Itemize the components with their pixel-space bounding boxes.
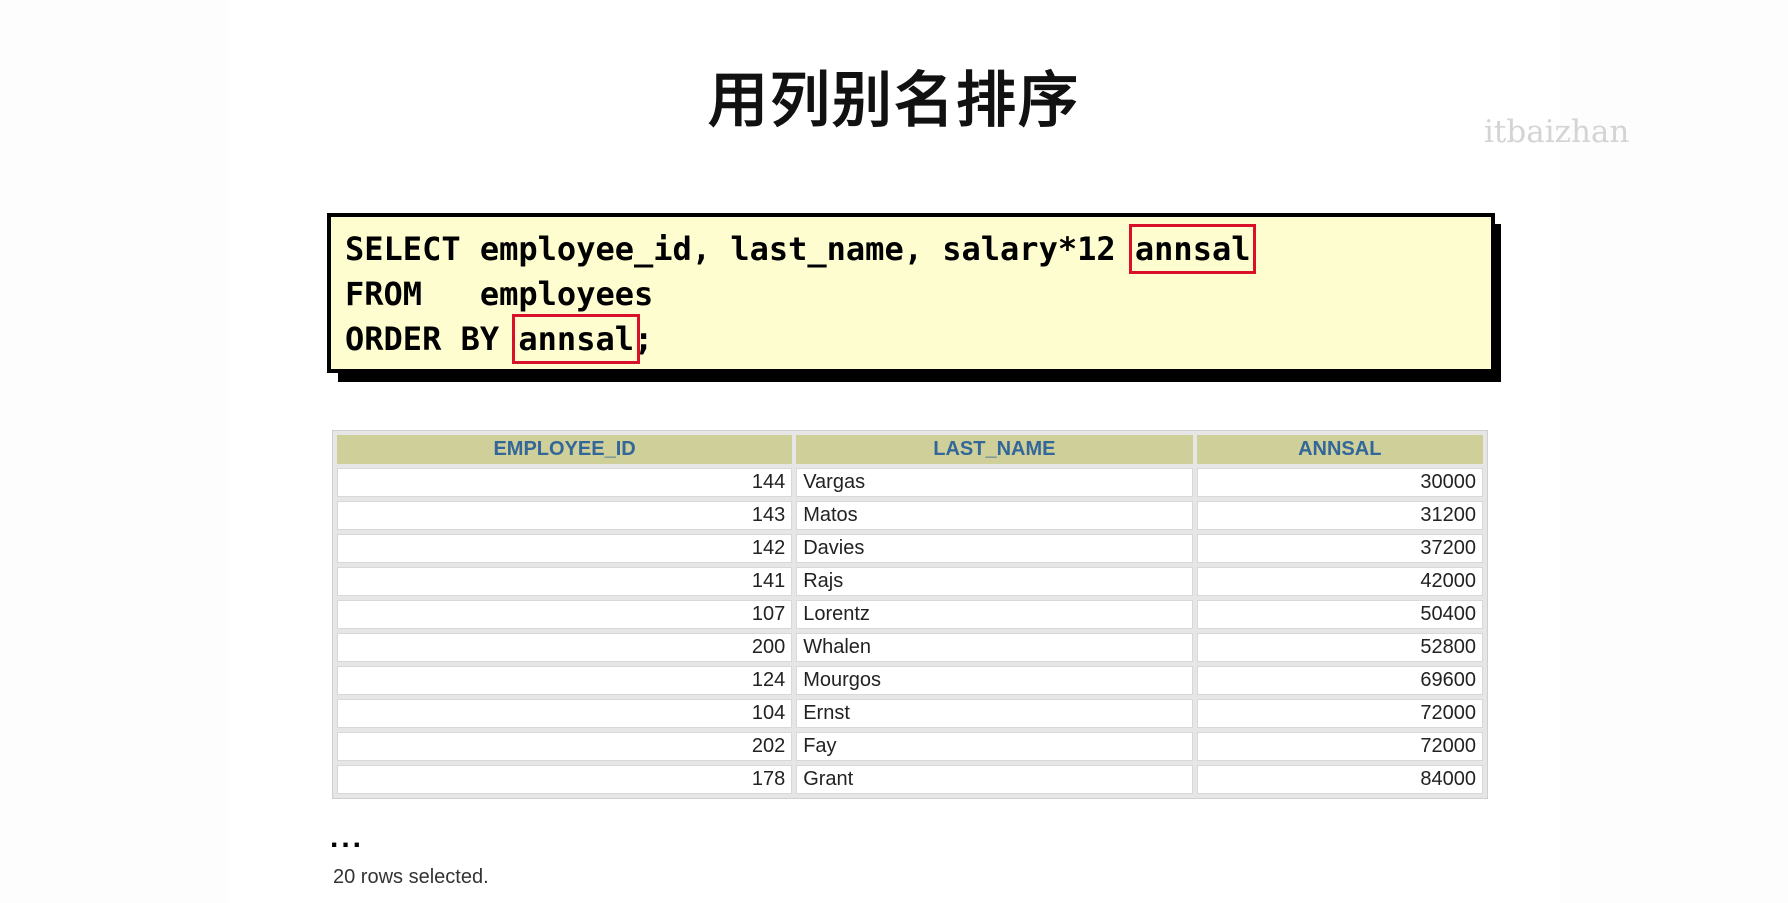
cell-annsal: 37200: [1196, 534, 1483, 563]
cell-annsal: 72000: [1196, 699, 1483, 728]
cell-employee-id: 202: [337, 732, 793, 761]
table-row: 107 Lorentz 50400: [337, 600, 1483, 629]
cell-employee-id: 107: [337, 600, 793, 629]
alias-highlight-select: annsal: [1128, 224, 1257, 274]
table-row: 144 Vargas 30000: [337, 468, 1483, 497]
cell-annsal: 52800: [1196, 633, 1483, 662]
table-row: 202 Fay 72000: [337, 732, 1483, 761]
rows-selected-status: 20 rows selected.: [333, 866, 489, 888]
cell-annsal: 72000: [1196, 732, 1483, 761]
alias-highlight-order-by: annsal: [512, 314, 640, 364]
cell-last-name: Rajs: [796, 567, 1193, 596]
table-body: 144 Vargas 30000 143 Matos 31200 142 Davies 3720…: [337, 468, 1483, 794]
cell-annsal: 69600: [1196, 666, 1483, 695]
cell-annsal: 50400: [1196, 600, 1483, 629]
code-line-from: FROM employees: [345, 275, 654, 313]
table-row: 124 Mourgos 69600: [337, 666, 1483, 695]
cell-last-name: Matos: [796, 501, 1193, 530]
table-row: 141 Rajs 42000: [337, 567, 1483, 596]
cell-last-name: Fay: [796, 732, 1193, 761]
cell-employee-id: 142: [337, 534, 793, 563]
cell-employee-id: 144: [337, 468, 793, 497]
sql-code-box: SELECT employee_id, last_name, salary*12…: [327, 213, 1495, 373]
cell-annsal: 84000: [1196, 765, 1483, 794]
code-order-by-text: ORDER BY: [345, 320, 519, 358]
table-row: 178 Grant 84000: [337, 765, 1483, 794]
code-semicolon: ;: [633, 320, 654, 358]
table-header-row: EMPLOYEE_ID LAST_NAME ANNSAL: [337, 435, 1483, 464]
cell-annsal: 31200: [1196, 501, 1483, 530]
column-header-last-name: LAST_NAME: [796, 435, 1193, 464]
cell-last-name: Grant: [796, 765, 1193, 794]
cell-annsal: 30000: [1196, 468, 1483, 497]
cell-last-name: Vargas: [796, 468, 1193, 497]
cell-last-name: Davies: [796, 534, 1193, 563]
table-row: 142 Davies 37200: [337, 534, 1483, 563]
column-header-employee-id: EMPLOYEE_ID: [337, 435, 793, 464]
cell-employee-id: 143: [337, 501, 793, 530]
cell-employee-id: 178: [337, 765, 793, 794]
code-select-text: SELECT employee_id, last_name, salary*12: [345, 230, 1135, 268]
cell-last-name: Whalen: [796, 633, 1193, 662]
cell-employee-id: 200: [337, 633, 793, 662]
cell-employee-id: 124: [337, 666, 793, 695]
table-row: 104 Ernst 72000: [337, 699, 1483, 728]
table-row: 200 Whalen 52800: [337, 633, 1483, 662]
slide: 用列别名排序 itbaizhan SELECT employee_id, las…: [0, 0, 1788, 903]
cell-last-name: Ernst: [796, 699, 1193, 728]
code-line-select: SELECT employee_id, last_name, salary*12…: [345, 224, 1257, 274]
table-row: 143 Matos 31200: [337, 501, 1483, 530]
cell-last-name: Mourgos: [796, 666, 1193, 695]
cell-employee-id: 104: [337, 699, 793, 728]
cell-employee-id: 141: [337, 567, 793, 596]
cell-annsal: 42000: [1196, 567, 1483, 596]
watermark: itbaizhan: [1484, 114, 1630, 150]
result-table: EMPLOYEE_ID LAST_NAME ANNSAL 144 Vargas 30…: [332, 430, 1488, 799]
cell-last-name: Lorentz: [796, 600, 1193, 629]
column-header-annsal: ANNSAL: [1196, 435, 1483, 464]
code-line-order-by: ORDER BY annsal;: [345, 314, 654, 364]
more-rows-ellipsis: ...: [330, 821, 365, 854]
